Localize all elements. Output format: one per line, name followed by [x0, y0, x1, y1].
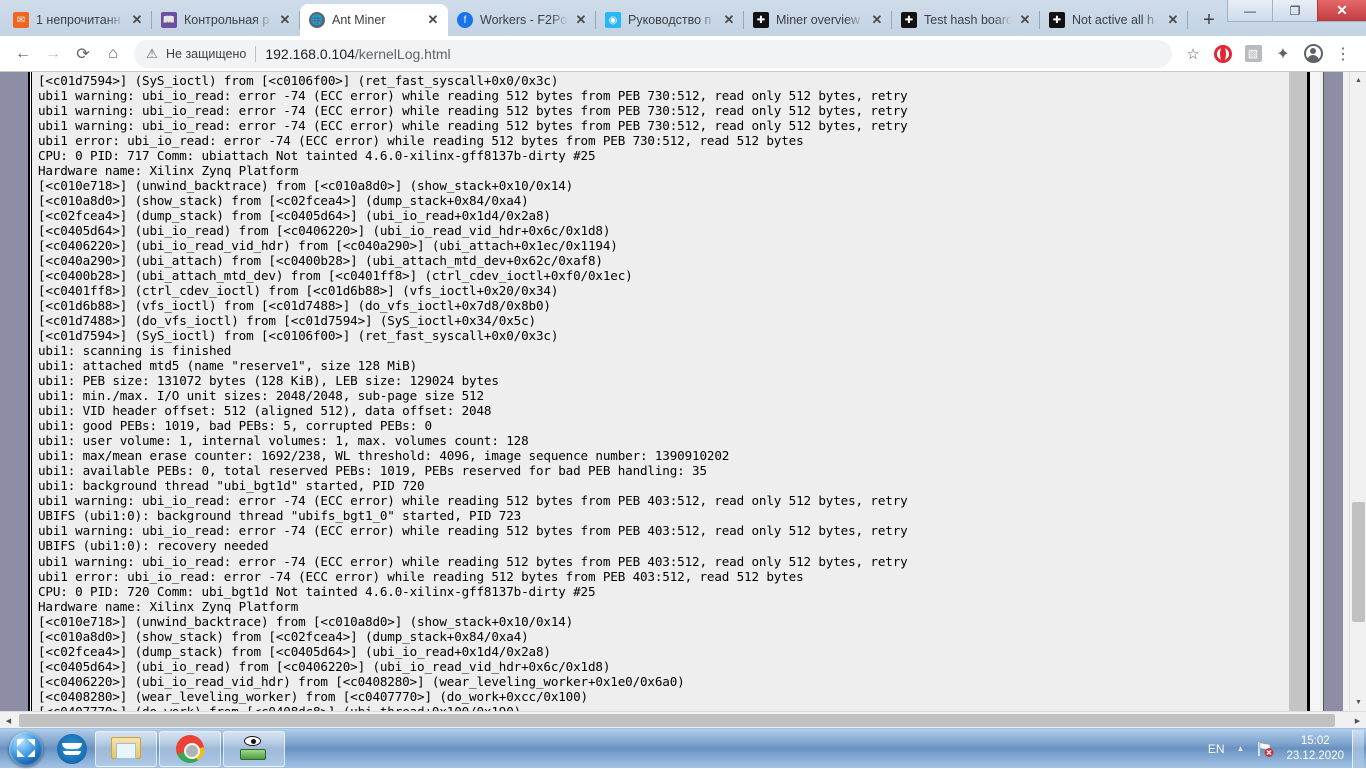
scroll-up-icon[interactable]: ▲ — [1350, 72, 1366, 89]
vertical-scroll-thumb[interactable] — [1352, 502, 1365, 622]
tab-title: Not active all h — [1072, 13, 1154, 27]
reload-icon[interactable]: ⟳ — [68, 39, 98, 69]
tab-strip: ✉ 1 непрочитанн ✕ 📖 Контрольная р ✕ 🌐 An… — [0, 0, 1366, 36]
scroll-left-icon[interactable]: ◀ — [0, 712, 17, 729]
browser-toolbar: ← → ⟳ ⌂ ⚠ Не защищено 192.168.0.104/kern… — [0, 36, 1366, 72]
windows-logo-icon — [9, 731, 43, 766]
mail-icon: ✉ — [13, 12, 29, 28]
tab-title: Руководство п — [628, 13, 712, 27]
plus-square-icon: ✚ — [1049, 12, 1065, 28]
taskbar-router-tool-button[interactable] — [223, 730, 285, 767]
chrome-menu-icon[interactable]: ⋮ — [1328, 39, 1358, 69]
flag-glyph — [1258, 741, 1274, 757]
scroll-right-icon[interactable]: ▶ — [1349, 712, 1366, 729]
quicklaunch-firefox[interactable] — [50, 731, 94, 767]
router-eye-icon — [239, 735, 269, 762]
tab-title: 1 непрочитанн — [36, 13, 121, 27]
omnibox-divider — [255, 45, 257, 62]
puzzle-extension-icon[interactable]: ✦ — [1268, 39, 1298, 69]
scroll-down-icon[interactable]: ▼ — [1350, 694, 1366, 711]
folder-icon — [111, 736, 141, 761]
vertical-scrollbar[interactable]: ▲ ▼ — [1349, 72, 1366, 711]
horizontal-scrollbar[interactable]: ◀ ▶ — [0, 711, 1366, 728]
kernel-log-viewport: [<c01d7594>] (SyS_ioctl) from [<c0106f00… — [0, 72, 1349, 711]
not-secure-icon: ⚠ — [146, 45, 158, 61]
home-icon[interactable]: ⌂ — [98, 39, 128, 69]
globe-icon: 🌐 — [309, 12, 325, 28]
close-icon[interactable]: ✕ — [276, 11, 294, 29]
browser-tab-1[interactable]: ✉ 1 непрочитанн ✕ — [4, 4, 152, 36]
tab-title: Workers - F2Po — [480, 13, 568, 27]
url-host: 192.168.0.104 — [265, 45, 355, 62]
browser-tab-4[interactable]: f Workers - F2Po ✕ — [448, 4, 596, 36]
close-icon[interactable]: ✕ — [128, 11, 146, 29]
left-margin-band — [0, 72, 28, 711]
url-path: /kernelLog.html — [354, 45, 451, 62]
page-content: [<c01d7594>] (SyS_ioctl) from [<c0106f00… — [0, 72, 1366, 728]
show-desktop-button[interactable] — [1352, 729, 1364, 768]
browser-tab-8[interactable]: ✚ Not active all h ✕ — [1040, 4, 1188, 36]
browser-tab-6[interactable]: ✚ Miner overview ✕ — [744, 4, 892, 36]
opera-extension-icon[interactable] — [1208, 39, 1238, 69]
chrome-icon — [176, 734, 204, 763]
browser-tab-3-active[interactable]: 🌐 Ant Miner ✕ — [300, 4, 448, 36]
maximize-button[interactable]: ❐ — [1272, 0, 1317, 22]
system-tray: EN ▲ 15:02 23.12.2020 — [1208, 729, 1366, 769]
close-icon[interactable]: ✕ — [868, 11, 886, 29]
gray-extension-icon[interactable]: ▧ — [1238, 39, 1268, 69]
close-window-button[interactable]: ✕ — [1317, 0, 1366, 22]
window-controls: — ❐ ✕ — [1227, 0, 1366, 22]
browser-tab-7[interactable]: ✚ Test hash board ✕ — [892, 4, 1040, 36]
minimize-button[interactable]: — — [1227, 0, 1272, 22]
clock-date: 23.12.2020 — [1286, 749, 1344, 762]
plus-square-icon: ✚ — [753, 12, 769, 28]
browser-tab-5[interactable]: ◉ Руководство п ✕ — [596, 4, 744, 36]
close-icon[interactable]: ✕ — [424, 11, 442, 29]
book-icon: 📖 — [161, 12, 177, 28]
taskbar-explorer-button[interactable] — [95, 730, 157, 767]
forward-icon[interactable]: → — [38, 39, 68, 69]
tray-overflow-icon[interactable]: ▲ — [1237, 744, 1245, 753]
kernel-log-text: [<c01d7594>] (SyS_ioctl) from [<c0106f00… — [38, 73, 908, 711]
right-gray-band — [1289, 72, 1307, 711]
bookmark-star-icon[interactable]: ☆ — [1178, 39, 1208, 69]
start-button[interactable] — [2, 731, 50, 767]
right-margin-band — [1323, 72, 1343, 711]
language-indicator[interactable]: EN — [1208, 742, 1225, 756]
security-label: Не защищено — [166, 46, 247, 61]
back-icon[interactable]: ← — [8, 39, 38, 69]
tab-title: Test hash board — [924, 13, 1012, 27]
horizontal-scroll-thumb[interactable] — [19, 714, 1335, 727]
taskbar-chrome-button[interactable] — [159, 730, 221, 767]
cyan-icon: ◉ — [605, 12, 621, 28]
left-rule — [28, 72, 32, 711]
close-icon[interactable]: ✕ — [1164, 11, 1182, 29]
address-bar[interactable]: ⚠ Не защищено 192.168.0.104/kernelLog.ht… — [134, 39, 1172, 68]
network-error-icon[interactable] — [1256, 740, 1274, 758]
plus-square-icon: ✚ — [901, 12, 917, 28]
firefox-icon — [57, 733, 87, 764]
profile-avatar-icon[interactable] — [1298, 39, 1328, 69]
tab-title: Контрольная р — [184, 13, 270, 27]
clock-time: 15:02 — [1300, 734, 1330, 747]
tab-title: Ant Miner — [332, 13, 386, 27]
right-rule — [1307, 72, 1320, 711]
tab-title: Miner overview — [776, 13, 861, 27]
close-icon[interactable]: ✕ — [1016, 11, 1034, 29]
windows-taskbar: EN ▲ 15:02 23.12.2020 — [0, 728, 1366, 768]
f2pool-icon: f — [457, 12, 473, 28]
clock[interactable]: 15:02 23.12.2020 — [1286, 734, 1344, 764]
close-icon[interactable]: ✕ — [572, 11, 590, 29]
browser-window: ✉ 1 непрочитанн ✕ 📖 Контрольная р ✕ 🌐 An… — [0, 0, 1366, 728]
browser-tab-2[interactable]: 📖 Контрольная р ✕ — [152, 4, 300, 36]
url-text: 192.168.0.104/kernelLog.html — [265, 46, 450, 62]
close-icon[interactable]: ✕ — [720, 11, 738, 29]
new-tab-button[interactable]: + — [1194, 6, 1224, 34]
